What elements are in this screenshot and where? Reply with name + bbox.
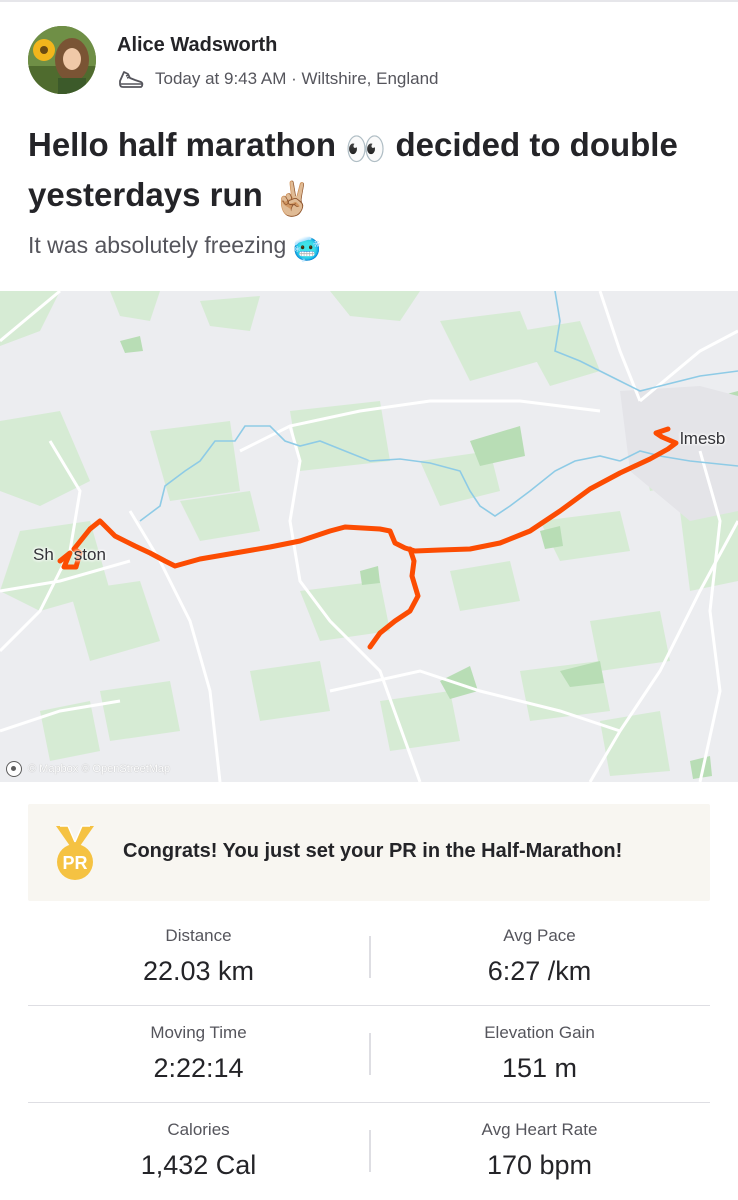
activity-timestamp: Today at 9:43 AM [155,69,287,88]
athlete-name[interactable]: Alice Wadsworth [117,34,277,57]
stats-row: Moving Time 2:22:14 Elevation Gain 151 m [28,1006,710,1103]
meta-separator: · [286,69,302,88]
stat-avg-heart-rate: Avg Heart Rate 170 bpm [369,1103,710,1181]
cold-face-emoji-icon: 🥶 [292,236,322,262]
map-attribution[interactable]: © Mapbox © OpenStreetMap [6,760,170,778]
stat-label: Distance [165,926,232,945]
route-map[interactable]: Sh ston lmesb © Mapbox © OpenStreetMap [0,291,738,782]
description-text: It was absolutely freezing [28,232,293,258]
stats-grid: Distance 22.03 km Avg Pace 6:27 /km Movi… [28,909,710,1200]
stat-label: Avg Pace [503,926,576,945]
attribution-text[interactable]: © Mapbox © OpenStreetMap [28,763,170,775]
stat-label: Avg Heart Rate [481,1120,598,1139]
activity-header: Alice Wadsworth Today at 9:43 AM · Wilts… [28,26,718,96]
stat-value: 1,432 Cal [140,1150,257,1180]
stat-value: 151 m [501,1053,578,1083]
stat-value: 170 bpm [486,1150,593,1180]
stat-label: Moving Time [150,1023,247,1042]
eyes-emoji-icon: 👀 [345,130,387,167]
activity-meta: Today at 9:43 AM · Wiltshire, England [117,66,439,92]
top-divider [0,0,738,2]
stats-row: Distance 22.03 km Avg Pace 6:27 /km [28,909,710,1006]
stat-moving-time: Moving Time 2:22:14 [28,1006,369,1084]
map-label-sherston-part1: Sh [33,545,54,564]
stat-value: 22.03 km [142,956,255,986]
title-text-part1: Hello half marathon [28,126,346,163]
stat-avg-pace: Avg Pace 6:27 /km [369,909,710,987]
stat-calories: Calories 1,432 Cal [28,1103,369,1181]
activity-location: Wiltshire, England [301,69,439,88]
achievement-message: Congrats! You just set your PR in the Ha… [123,840,623,862]
victory-hand-emoji-icon: ✌🏼 [271,180,314,217]
stat-value: 2:22:14 [153,1053,244,1083]
running-shoe-icon [117,67,145,91]
mapbox-logo-icon[interactable] [6,761,22,777]
pr-badge-text: PR [62,853,87,873]
activity-title[interactable]: Hello half marathon 👀 decided to double … [28,122,718,222]
achievement-card[interactable]: PR Congrats! You just set your PR in the… [28,804,710,901]
map-label-sherston: Sh ston [33,545,106,565]
stat-label: Calories [167,1120,230,1139]
map-label-malmesbury: lmesb [680,429,725,449]
map-label-sherston-part2: ston [73,545,106,564]
stat-value: 6:27 /km [487,956,592,986]
map-label-malmesbury-text: lmesb [680,429,726,448]
stat-distance: Distance 22.03 km [28,909,369,987]
avatar[interactable] [28,26,96,94]
activity-description: It was absolutely freezing 🥶 [28,228,321,266]
stat-elevation-gain: Elevation Gain 151 m [369,1006,710,1084]
stat-label: Elevation Gain [484,1023,595,1042]
pr-medal-icon: PR [50,822,100,884]
stats-row: Calories 1,432 Cal Avg Heart Rate 170 bp… [28,1103,710,1200]
